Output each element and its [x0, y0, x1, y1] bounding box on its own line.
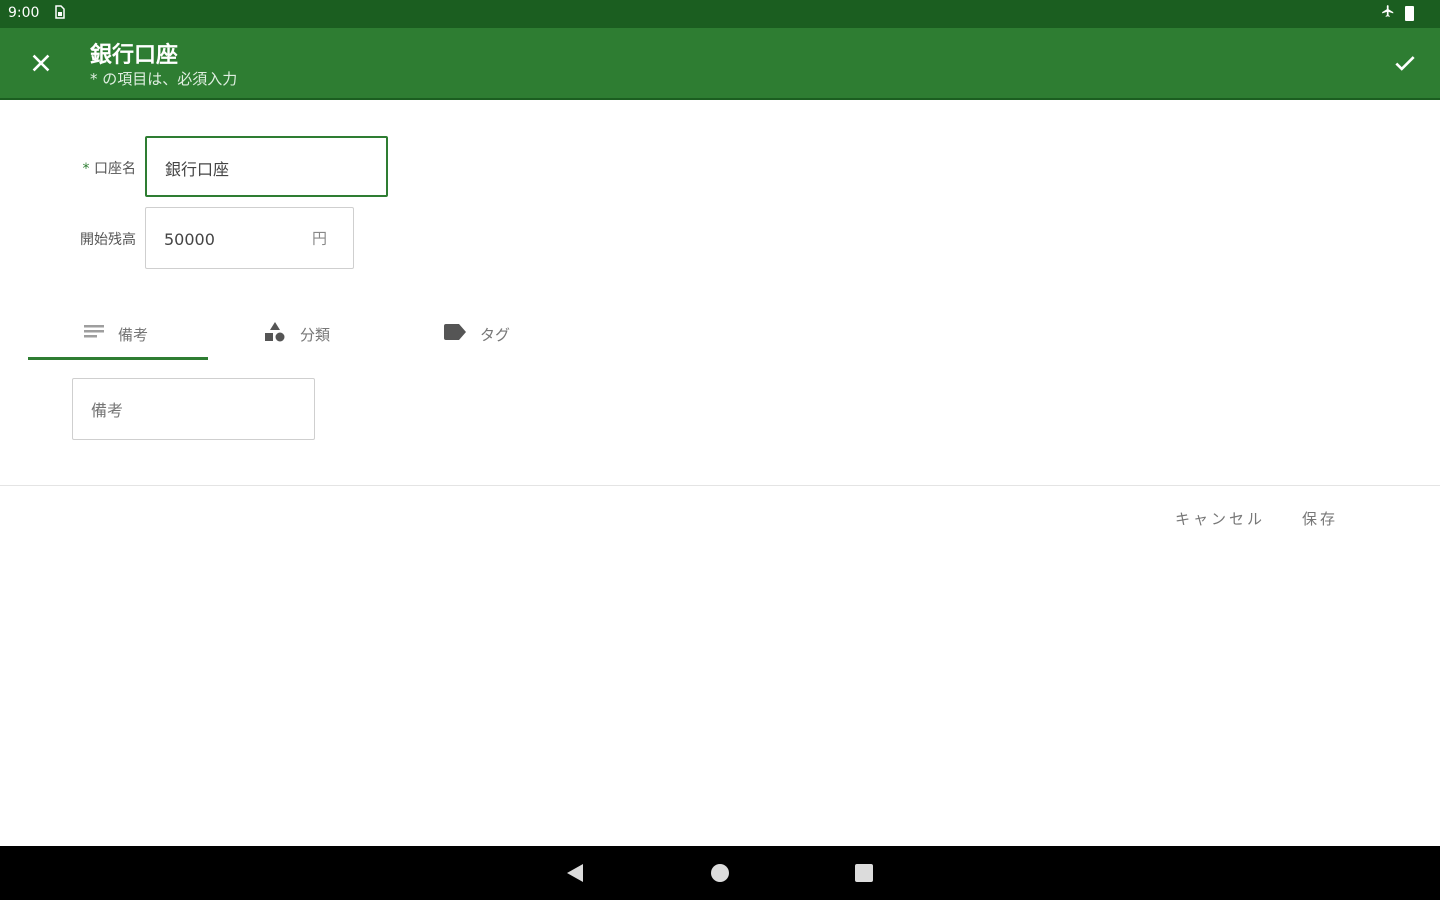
required-note: * の項目は、必須入力 — [90, 70, 238, 88]
account-name-input[interactable] — [163, 138, 335, 197]
category-shapes-icon — [264, 322, 286, 346]
app-bar: 銀行口座 * の項目は、必須入力 — [0, 28, 1440, 100]
opening-balance-input[interactable] — [162, 208, 311, 270]
account-name-field[interactable] — [145, 136, 388, 197]
opening-balance-field[interactable]: 円 — [145, 207, 354, 270]
tab-memo-label: 備考 — [118, 325, 149, 344]
tab-category[interactable]: 分類 — [264, 310, 330, 358]
account-name-label: * 口座名 — [60, 158, 136, 178]
cancel-button[interactable]: キャンセル — [1175, 508, 1265, 529]
memo-input[interactable] — [89, 379, 262, 441]
notes-icon — [84, 324, 104, 344]
recents-square-icon[interactable] — [855, 864, 873, 882]
tab-category-label: 分類 — [300, 325, 331, 344]
tab-memo[interactable]: 備考 — [84, 310, 148, 358]
home-circle-icon[interactable] — [711, 864, 729, 882]
airplane-icon — [1381, 4, 1395, 22]
close-icon[interactable] — [28, 50, 54, 76]
currency-unit: 円 — [311, 229, 327, 248]
tag-icon — [444, 324, 466, 344]
tab-tag-label: タグ — [480, 325, 511, 344]
navigation-bar — [0, 846, 1440, 900]
tab-tag[interactable]: タグ — [444, 310, 510, 358]
save-button[interactable]: 保存 — [1302, 508, 1338, 529]
divider — [0, 485, 1440, 486]
required-mark: * — [82, 161, 90, 177]
back-triangle-icon[interactable] — [567, 864, 583, 882]
status-icons — [1381, 4, 1414, 22]
status-time: 9:00 — [8, 5, 40, 21]
account-name-label-text: 口座名 — [94, 161, 136, 177]
page-title: 銀行口座 — [90, 43, 179, 68]
tab-indicator — [28, 357, 208, 360]
opening-balance-label: 開始残高 — [80, 232, 136, 248]
battery-icon — [1405, 5, 1414, 21]
sim-card-icon — [55, 5, 65, 23]
check-icon[interactable] — [1392, 50, 1418, 76]
memo-field[interactable] — [72, 378, 315, 441]
status-bar: 9:00 — [0, 0, 1440, 28]
